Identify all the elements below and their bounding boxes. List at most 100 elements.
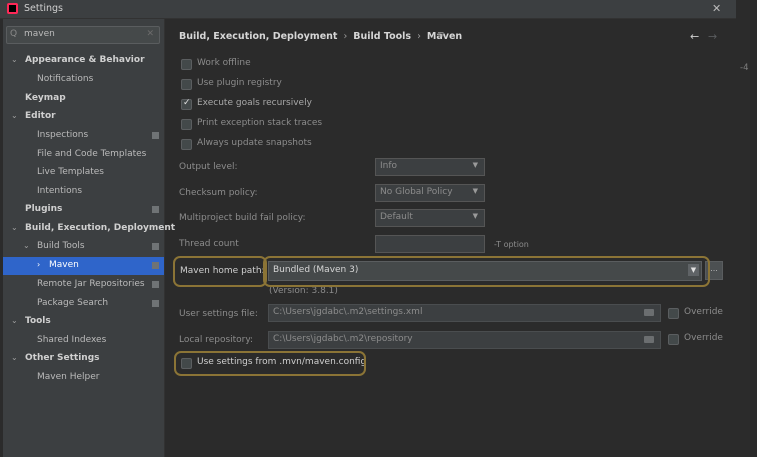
folder-icon[interactable] <box>644 309 654 316</box>
output-level-select[interactable]: Info ▼ <box>375 158 485 176</box>
sidebar-item-label: Remote Jar Repositories <box>37 279 145 289</box>
use-plugin-registry-checkbox[interactable] <box>181 79 192 90</box>
sidebar-item-label: Maven <box>49 260 79 270</box>
expand-arrow-icon[interactable]: ⌄ <box>11 111 18 120</box>
browse-maven-home-button[interactable]: ... <box>705 261 723 280</box>
fail-policy-select[interactable]: Default ▼ <box>375 209 485 227</box>
sidebar-item-tools[interactable]: ⌄ Tools <box>3 313 164 331</box>
expand-arrow-icon[interactable]: ⌄ <box>11 316 18 325</box>
folder-icon[interactable] <box>644 336 654 343</box>
sidebar-item-remote-jar-repositories[interactable]: Remote Jar Repositories <box>3 276 164 294</box>
search-query: maven <box>24 29 55 39</box>
breadcrumb-build-tools[interactable]: Build Tools <box>353 31 411 42</box>
sidebar-item-label: Build Tools <box>37 241 85 251</box>
chevron-down-icon: ▼ <box>472 187 478 195</box>
breadcrumb: Build, Execution, Deployment › Build Tools… <box>179 31 462 42</box>
sidebar-item-live-templates[interactable]: Live Templates <box>3 164 164 182</box>
fail-policy-label: Multiproject build fail policy: <box>179 213 306 223</box>
expand-arrow-icon[interactable]: ⌄ <box>23 241 30 250</box>
window-title: Settings <box>24 3 63 14</box>
work-offline-checkbox[interactable] <box>181 59 192 70</box>
expand-arrow-icon[interactable]: ⌄ <box>11 223 18 232</box>
collapsed-arrow-icon[interactable]: › <box>37 260 40 269</box>
mvn-config-checkbox[interactable] <box>181 358 192 369</box>
sidebar-item-label: File and Code Templates <box>37 149 147 159</box>
sidebar-item-keymap[interactable]: Keymap <box>3 90 164 108</box>
intellij-logo-icon <box>7 3 18 14</box>
override-label: Override <box>684 307 723 317</box>
sidebar-item-inspections[interactable]: Inspections <box>3 127 164 145</box>
local-repository-value: C:\Users\jgdabc\.m2\repository <box>273 334 413 344</box>
maven-home-label: Maven home path: <box>180 266 265 276</box>
sidebar-item-plugins[interactable]: Plugins <box>3 201 164 219</box>
sidebar-item-label: Package Search <box>37 298 109 308</box>
local-repository-override-checkbox[interactable] <box>668 334 679 345</box>
clear-search-icon[interactable]: ✕ <box>146 29 154 39</box>
sidebar-item-label: Appearance & Behavior <box>25 55 145 65</box>
output-level-value: Info <box>380 161 398 171</box>
checkbox-label: Execute goals recursively <box>197 98 312 108</box>
sidebar-item-label: Maven Helper <box>37 372 100 382</box>
sidebar-item-label: Intentions <box>37 186 83 196</box>
sidebar-item-label: Plugins <box>25 204 63 214</box>
sidebar-item-label: Live Templates <box>37 167 104 177</box>
sidebar-item-shared-indexes[interactable]: Shared Indexes <box>3 332 164 350</box>
sidebar-item-other-settings[interactable]: ⌄ Other Settings <box>3 350 164 368</box>
checkbox-label: Always update snapshots <box>197 138 312 148</box>
output-level-label: Output level: <box>179 162 238 172</box>
maven-home-select[interactable]: Bundled (Maven 3) ▼ <box>268 261 702 281</box>
print-exception-stack-traces-checkbox[interactable] <box>181 119 192 130</box>
sidebar-item-package-search[interactable]: Package Search <box>3 295 164 313</box>
checkbox-label: Use plugin registry <box>197 78 282 88</box>
checkmark-icon: ✓ <box>183 98 191 108</box>
forward-arrow-icon[interactable]: → <box>708 30 717 43</box>
always-update-snapshots-checkbox[interactable] <box>181 139 192 150</box>
sidebar-item-editor[interactable]: ⌄ Editor <box>3 108 164 126</box>
chevron-down-icon[interactable]: ▼ <box>688 264 699 276</box>
checksum-policy-value: No Global Policy <box>380 187 453 197</box>
user-settings-input[interactable]: C:\Users\jgdabc\.m2\settings.xml <box>268 304 661 322</box>
expand-arrow-icon[interactable]: ⌄ <box>11 55 18 64</box>
sidebar-item-appearance-behavior[interactable]: ⌄ Appearance & Behavior <box>3 52 164 70</box>
sidebar-item-build-execution-deployment[interactable]: ⌄ Build, Execution, Deployment <box>3 220 175 238</box>
local-repository-input[interactable]: C:\Users\jgdabc\.m2\repository <box>268 331 661 349</box>
local-repository-label: Local repository: <box>179 335 254 345</box>
fail-policy-value: Default <box>380 212 413 222</box>
checksum-policy-label: Checksum policy: <box>179 188 258 198</box>
thread-count-input[interactable] <box>375 235 485 253</box>
sidebar-item-build-tools[interactable]: ⌄ Build Tools <box>3 238 164 256</box>
sidebar-item-maven-helper[interactable]: Maven Helper <box>3 369 164 387</box>
settings-menu-icon[interactable]: ≡ <box>437 30 445 40</box>
chevron-down-icon: ▼ <box>472 161 478 169</box>
breadcrumb-separator: › <box>343 31 348 42</box>
checksum-policy-select[interactable]: No Global Policy ▼ <box>375 184 485 202</box>
sidebar-item-maven[interactable]: › Maven <box>3 257 164 275</box>
checkbox-label: Work offline <box>197 58 251 68</box>
sidebar-item-label: Shared Indexes <box>37 335 107 345</box>
sidebar-item-label: Other Settings <box>25 353 100 363</box>
breadcrumb-separator: › <box>417 31 421 42</box>
project-settings-icon <box>152 132 159 139</box>
checkbox-label: Use settings from .mvn/maven.config <box>197 357 367 367</box>
sidebar-item-label: Build, Execution, Deployment <box>25 223 176 233</box>
breadcrumb-build-execution-deployment[interactable]: Build, Execution, Deployment <box>179 31 337 42</box>
sidebar-item-notifications[interactable]: Notifications <box>3 71 164 89</box>
close-icon[interactable]: ✕ <box>712 2 721 15</box>
maven-version-text: (Version: 3.8.1) <box>269 286 338 296</box>
project-settings-icon <box>152 281 159 288</box>
sidebar-item-label: Keymap <box>25 93 66 103</box>
project-settings-icon <box>152 243 159 250</box>
user-settings-label: User settings file: <box>179 309 258 319</box>
project-settings-icon <box>152 206 159 213</box>
sidebar-item-intentions[interactable]: Intentions <box>3 183 164 201</box>
sidebar-item-file-code-templates[interactable]: File and Code Templates <box>3 146 164 164</box>
sidebar-item-label: Editor <box>25 111 56 121</box>
back-arrow-icon[interactable]: ← <box>690 30 699 43</box>
sidebar-item-label: Inspections <box>37 130 89 140</box>
maven-home-value: Bundled (Maven 3) <box>273 265 359 275</box>
execute-goals-recursively-checkbox[interactable]: ✓ <box>181 98 192 110</box>
sidebar-item-label: Notifications <box>37 74 94 84</box>
settings-search-input[interactable]: Q maven ✕ <box>6 26 160 44</box>
expand-arrow-icon[interactable]: ⌄ <box>11 353 18 362</box>
user-settings-override-checkbox[interactable] <box>668 308 679 319</box>
